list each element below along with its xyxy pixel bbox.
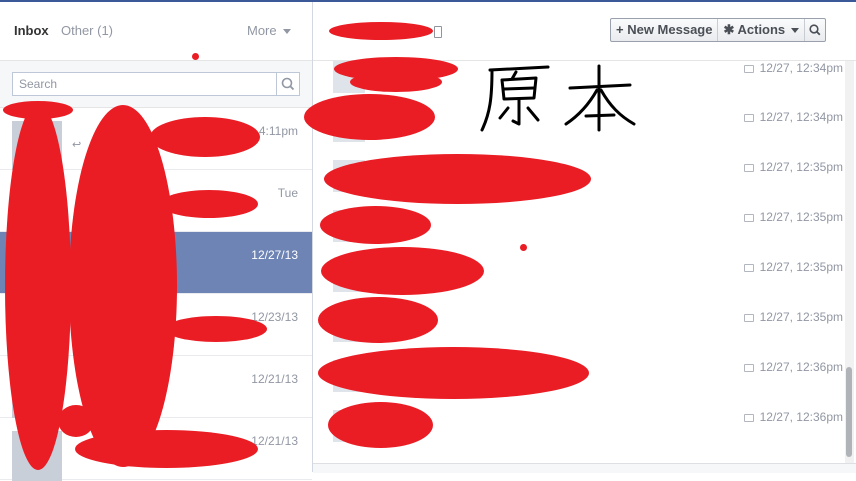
redaction-mark xyxy=(150,117,260,157)
thread-time: 12/21/13 xyxy=(251,434,298,448)
tab-other[interactable]: Other (1) xyxy=(61,23,113,38)
message-timestamp: 12/27, 12:35pm xyxy=(743,210,843,224)
message-timestamp-text: 12/27, 12:35pm xyxy=(759,210,843,224)
actions-button[interactable]: ✱ Actions xyxy=(718,19,806,41)
new-message-button[interactable]: + New Message xyxy=(611,19,719,41)
search-conversation-button[interactable] xyxy=(805,19,825,41)
tab-more-label: More xyxy=(247,23,277,38)
red-dot-mark xyxy=(520,244,527,251)
search-icon xyxy=(281,77,295,91)
chat-bubble-icon xyxy=(743,313,754,322)
message-timestamp: 12/27, 12:36pm xyxy=(743,410,843,424)
header-actions: + New Message ✱ Actions xyxy=(610,18,827,42)
chat-bubble-icon xyxy=(743,363,754,372)
tab-inbox[interactable]: Inbox xyxy=(14,23,49,38)
message-timestamp: 12/27, 12:36pm xyxy=(743,360,843,374)
thread-time: 4:11pm xyxy=(258,124,298,138)
redaction-mark xyxy=(320,206,431,244)
redaction-mark xyxy=(350,72,442,92)
redaction-mark xyxy=(75,430,258,468)
redaction-mark xyxy=(321,247,484,295)
handwritten-annotation: 原本 xyxy=(478,58,638,140)
redaction-mark xyxy=(58,405,94,437)
redaction-mark xyxy=(318,347,589,399)
chat-bubble-icon xyxy=(743,64,754,73)
actions-button-label: ✱ Actions xyxy=(723,22,786,37)
thread-time: 12/27/13 xyxy=(251,248,298,262)
message-timestamp-text: 12/27, 12:34pm xyxy=(759,61,843,75)
message-timestamp-text: 12/27, 12:35pm xyxy=(759,310,843,324)
message-timestamp-text: 12/27, 12:34pm xyxy=(759,110,843,124)
redaction-mark xyxy=(328,402,433,448)
message-timestamp: 12/27, 12:34pm xyxy=(743,110,843,124)
message-timestamp: 12/27, 12:34pm xyxy=(743,61,843,75)
thread-time: Tue xyxy=(277,186,298,200)
redaction-mark xyxy=(318,297,438,343)
tab-more[interactable]: More xyxy=(247,23,291,38)
search-input[interactable] xyxy=(13,73,285,95)
mobile-phone-icon xyxy=(434,26,442,38)
redaction-mark xyxy=(160,190,258,218)
chevron-down-icon xyxy=(791,28,800,34)
scrollbar-thumb[interactable] xyxy=(846,367,852,457)
thread-time: 12/21/13 xyxy=(251,372,298,386)
chevron-down-icon xyxy=(282,29,291,35)
chat-bubble-icon xyxy=(743,163,754,172)
message-timestamp-text: 12/27, 12:36pm xyxy=(759,360,843,374)
message-scrollbar[interactable] xyxy=(845,61,854,463)
redaction-mark xyxy=(3,101,73,119)
reply-icon: ↩ xyxy=(72,139,82,151)
chat-bubble-icon xyxy=(743,263,754,272)
message-timestamp-text: 12/27, 12:36pm xyxy=(759,410,843,424)
redaction-mark xyxy=(324,154,591,204)
search-box xyxy=(12,72,300,96)
folder-tabs: Inbox Other (1) More xyxy=(0,2,312,61)
message-timestamp: 12/27, 12:35pm xyxy=(743,310,843,324)
redaction-mark xyxy=(329,22,433,40)
handwritten-text-drawing xyxy=(480,64,636,132)
message-timestamp: 12/27, 12:35pm xyxy=(743,260,843,274)
chat-bubble-icon xyxy=(743,113,754,122)
search-button[interactable] xyxy=(276,73,299,95)
chat-bubble-icon xyxy=(743,413,754,422)
redaction-mark xyxy=(304,94,435,140)
chat-bubble-icon xyxy=(743,213,754,222)
search-icon xyxy=(809,24,821,36)
message-timestamp-text: 12/27, 12:35pm xyxy=(759,260,843,274)
message-timestamp: 12/27, 12:35pm xyxy=(743,160,843,174)
message-timestamp-text: 12/27, 12:35pm xyxy=(759,160,843,174)
red-dot-mark xyxy=(192,53,199,60)
redaction-mark xyxy=(165,316,267,342)
